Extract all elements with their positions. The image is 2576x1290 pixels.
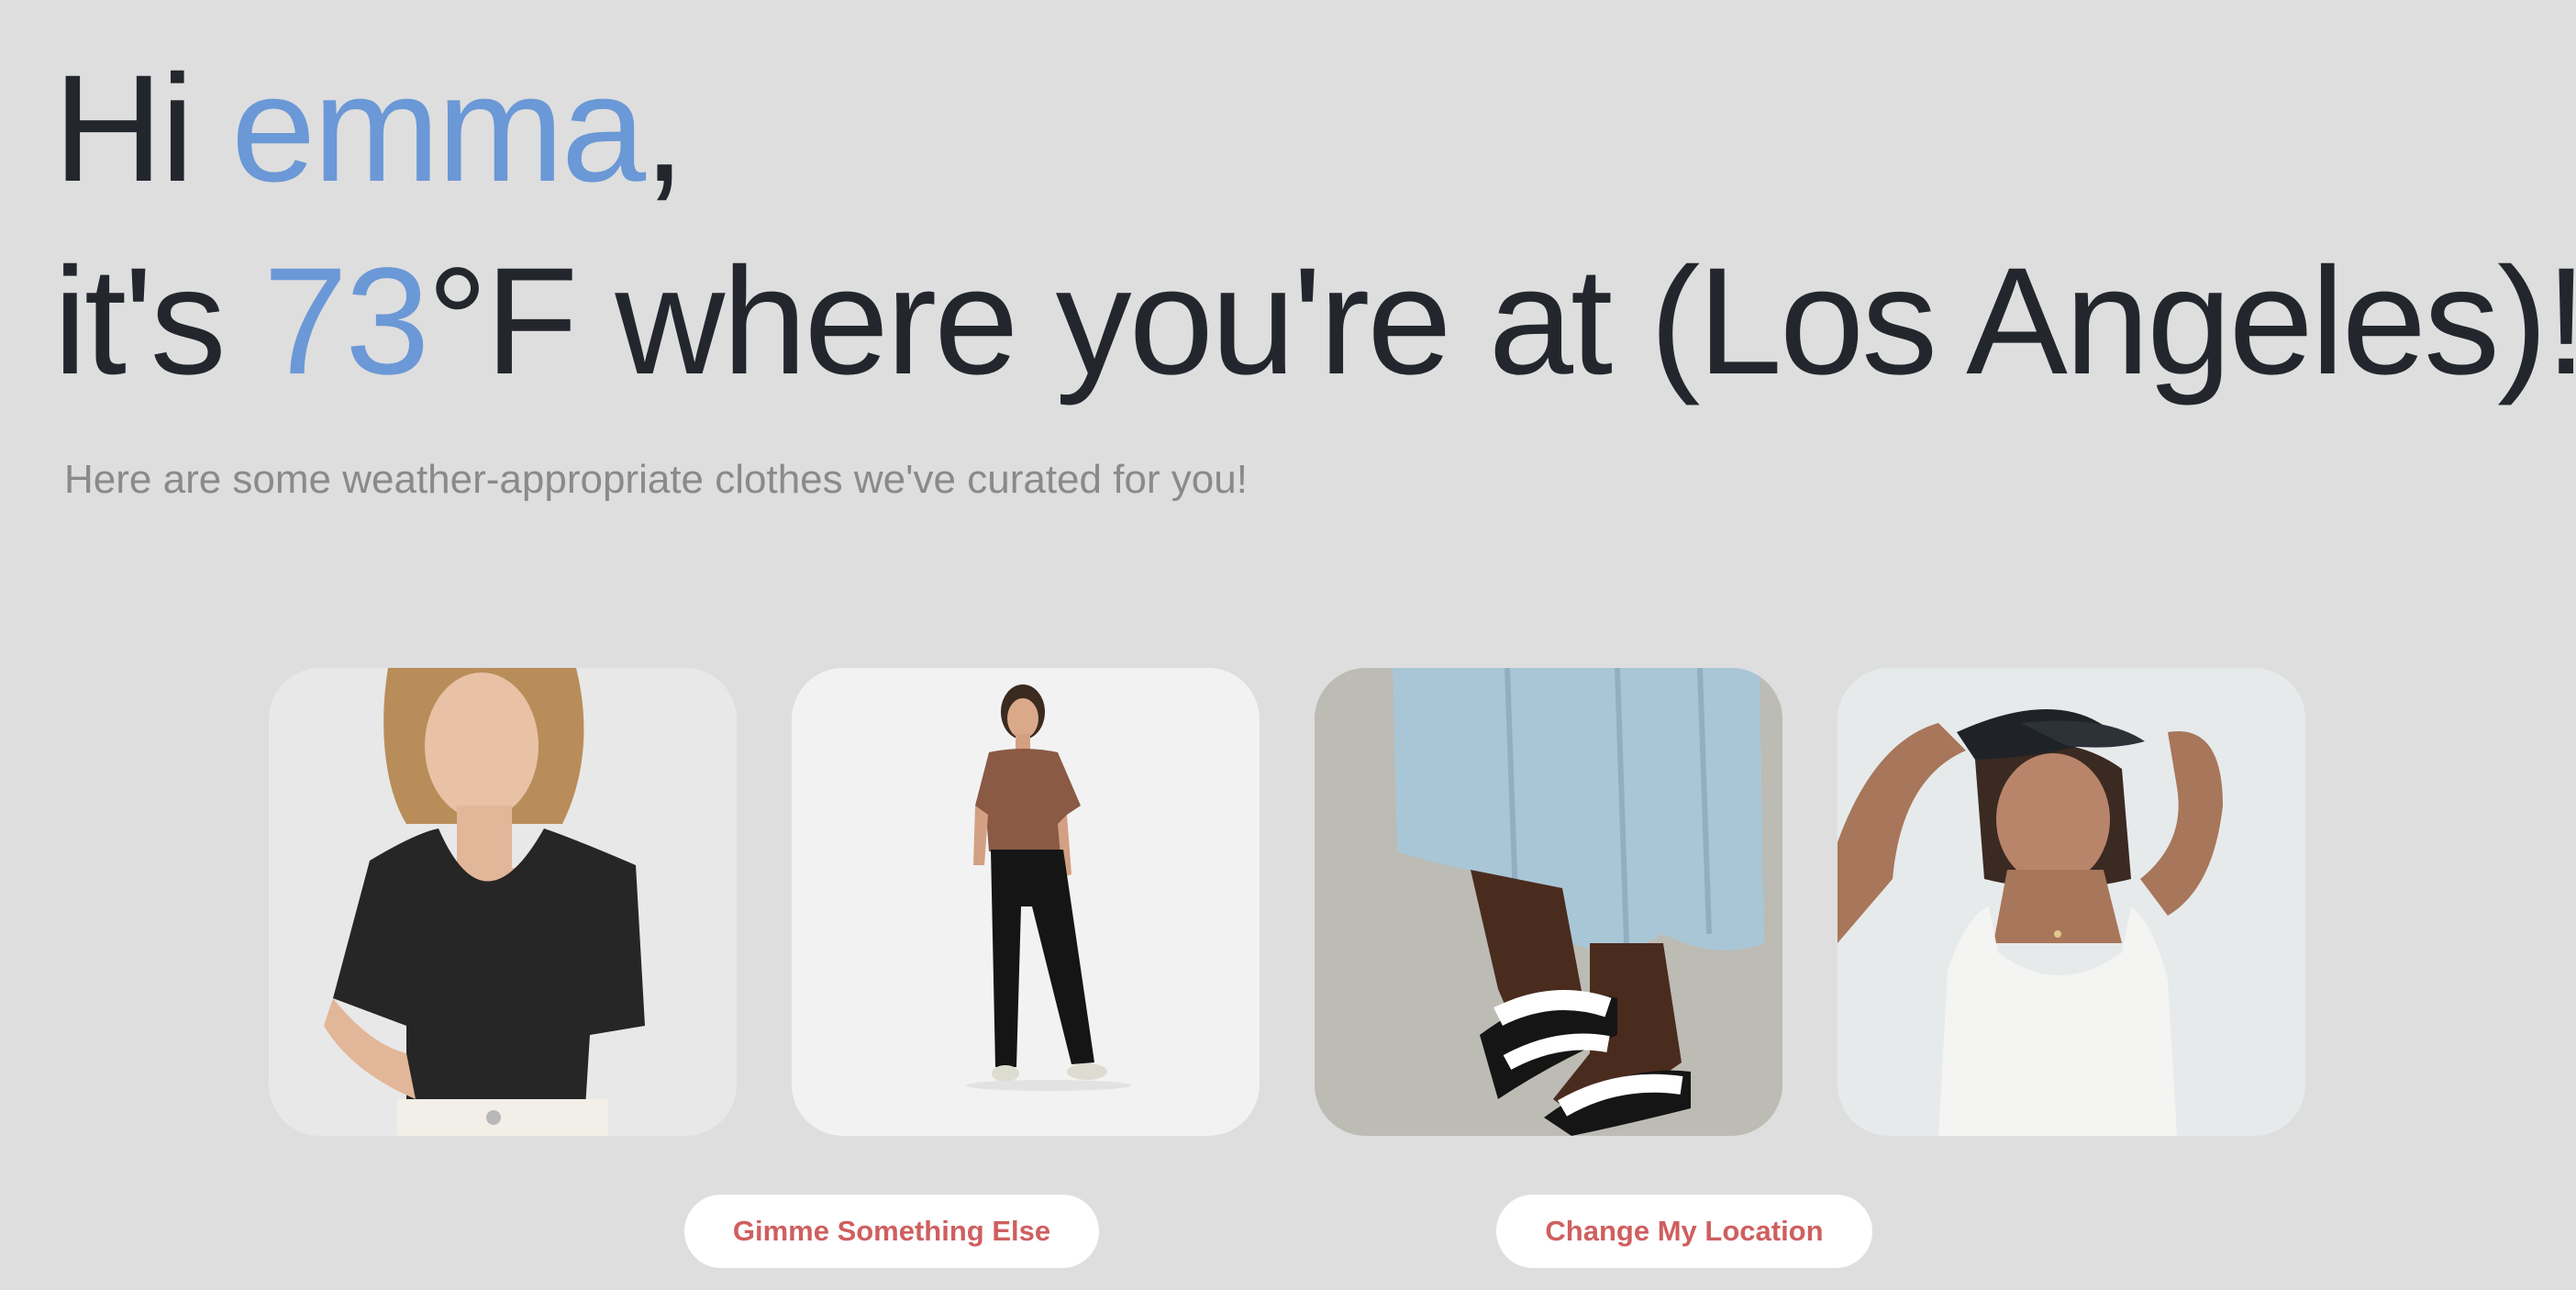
outfit-card-3[interactable] [1315, 668, 1782, 1136]
gimme-something-else-button[interactable]: Gimme Something Else [684, 1195, 1099, 1268]
outfit-photo-3 [1315, 668, 1782, 1136]
outfit-photo-4 [1838, 668, 2305, 1136]
change-location-button[interactable]: Change My Location [1496, 1195, 1872, 1268]
greeting-comma: , [643, 44, 685, 214]
greeting-prefix: it's [53, 237, 263, 406]
subtitle: Here are some weather-appropriate clothe… [64, 457, 1248, 502]
outfit-card-2[interactable] [792, 668, 1260, 1136]
outfit-card-4[interactable] [1838, 668, 2305, 1136]
greeting-hi: Hi [53, 44, 231, 214]
user-name: emma [230, 44, 646, 214]
temperature-value: 73 [262, 237, 430, 406]
outfit-photo-2 [792, 668, 1260, 1136]
outfit-gallery [269, 668, 2305, 1136]
outfit-card-1[interactable] [269, 668, 737, 1136]
outfit-photo-1 [269, 668, 737, 1136]
greeting-line-1: Hi emma, [53, 53, 685, 206]
greeting-line-2: it's 73°F where you're at (Los Angeles)! [53, 246, 2576, 398]
greeting-suffix: °F where you're at (Los Angeles)! [427, 237, 2576, 406]
